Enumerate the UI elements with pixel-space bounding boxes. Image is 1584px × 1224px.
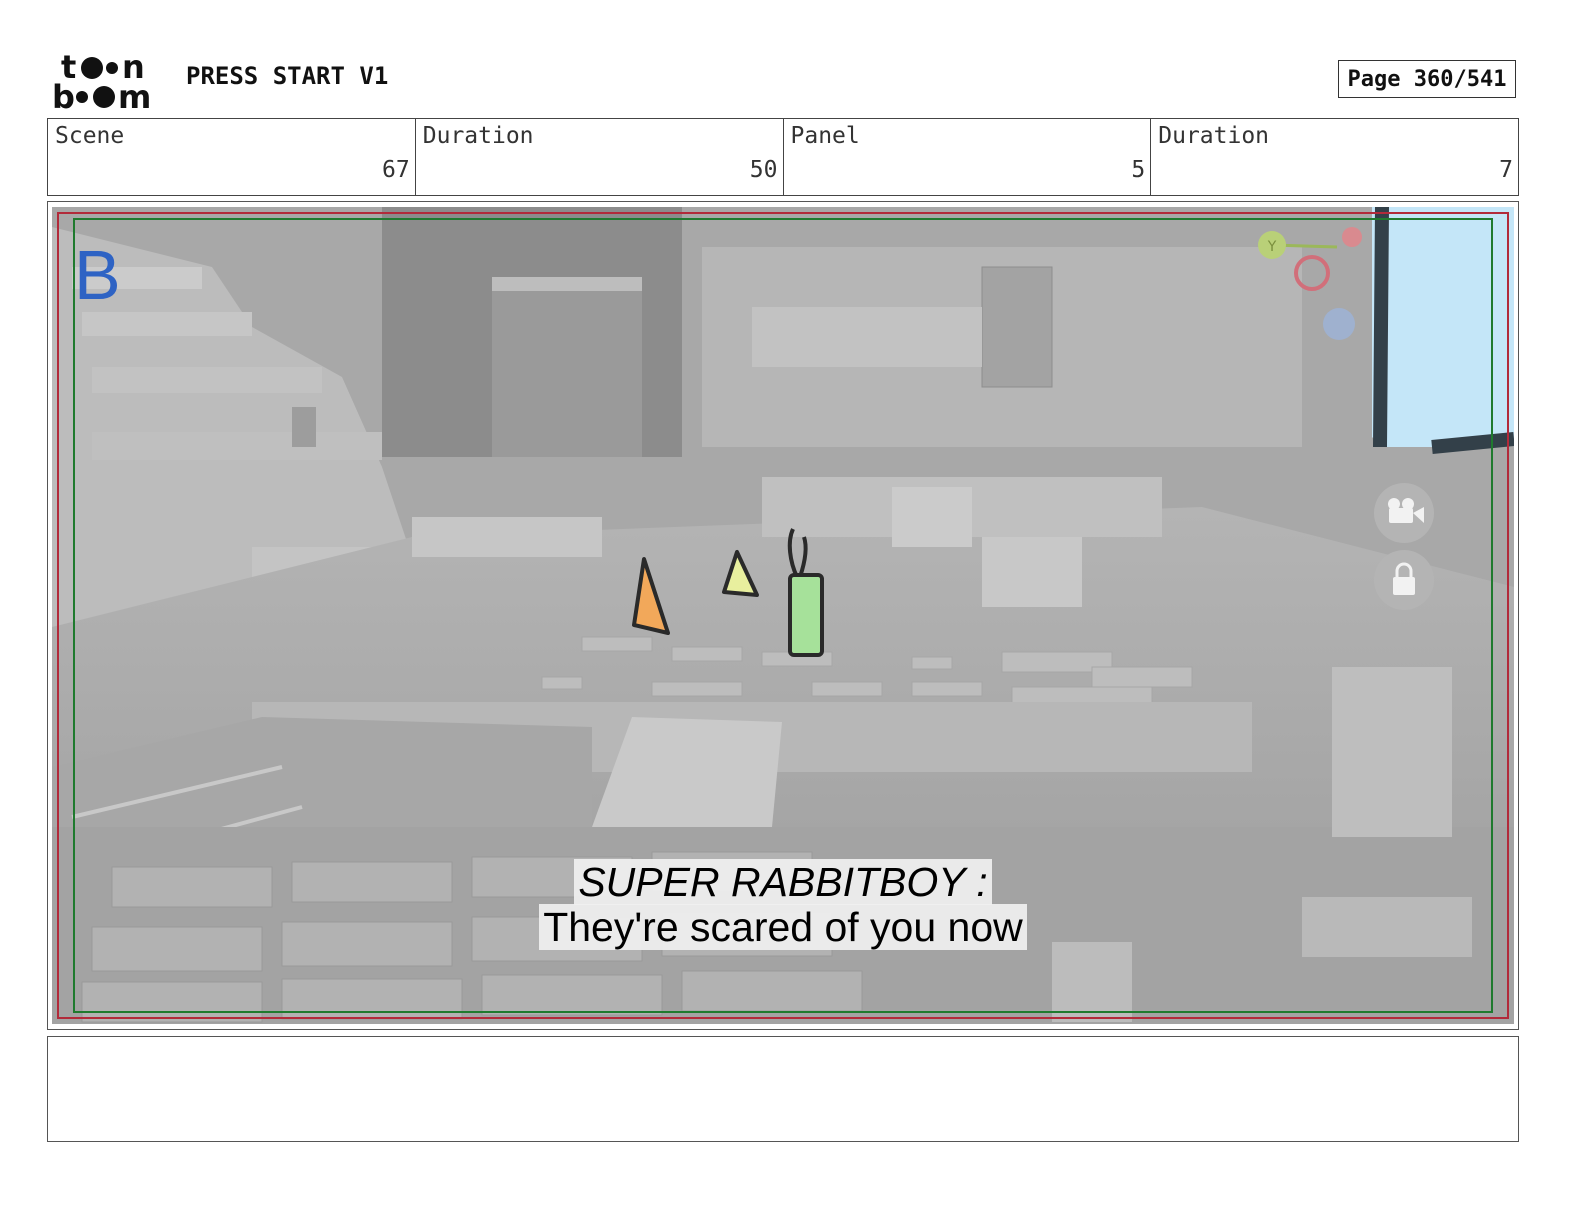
scene-duration-label: Duration [422,123,534,149]
double-door [981,266,1053,388]
lock-icon[interactable] [1374,550,1434,610]
gizmo-y-label: Y [1267,239,1277,255]
pyramid-step-4 [92,432,382,460]
signpost-platform [412,517,602,557]
dialogue-speaker: SUPER RABBITBOY : [574,859,992,905]
right-pillar-block [1332,667,1452,837]
panel-label: Panel [790,123,860,149]
info-table: Scene 67 Duration 50 Panel 5 Duration 7 [47,118,1519,196]
tower-top [492,277,642,291]
scene-value: 67 [382,157,410,183]
pyramid-step-3 [92,367,322,393]
panel-notes [47,1036,1519,1142]
dialogue-line: They're scared of you now [539,904,1027,950]
storyboard-panel: Y B SUPER RABBITBOY: They're scared of … [47,201,1519,1030]
panel-value: 5 [1131,157,1146,183]
scene-cell: Scene 67 [48,119,416,195]
tower-block [492,277,642,457]
dialogue-caption: SUPER RABBITBOY : They're scared of you … [48,859,1518,950]
scene-duration-value: 50 [749,157,778,183]
panel-duration-value: 7 [1499,157,1513,183]
small-box-front [1052,942,1132,1022]
scene-label: Scene [55,123,125,149]
panel-cell: Panel 5 [784,119,1152,195]
svg-text:m: m [118,78,151,112]
panel-duration-cell: Duration 7 [1151,119,1518,195]
panel-duration-label: Duration [1158,123,1270,149]
scene-duration-cell: Duration 50 [416,119,784,195]
platform-stairs [892,487,972,547]
layer-letter: B [74,236,121,314]
document-title: PRESS START V1 [186,62,389,90]
upper-terrace [752,307,982,367]
pyramid-step-2 [82,312,252,336]
small-window [292,407,316,447]
right-crates [982,537,1082,607]
toon-boom-logo: t n b m [52,50,151,112]
page-number: Page 360/541 [1338,60,1516,98]
camera-icon[interactable] [1374,483,1434,543]
svg-text:b: b [52,78,75,112]
